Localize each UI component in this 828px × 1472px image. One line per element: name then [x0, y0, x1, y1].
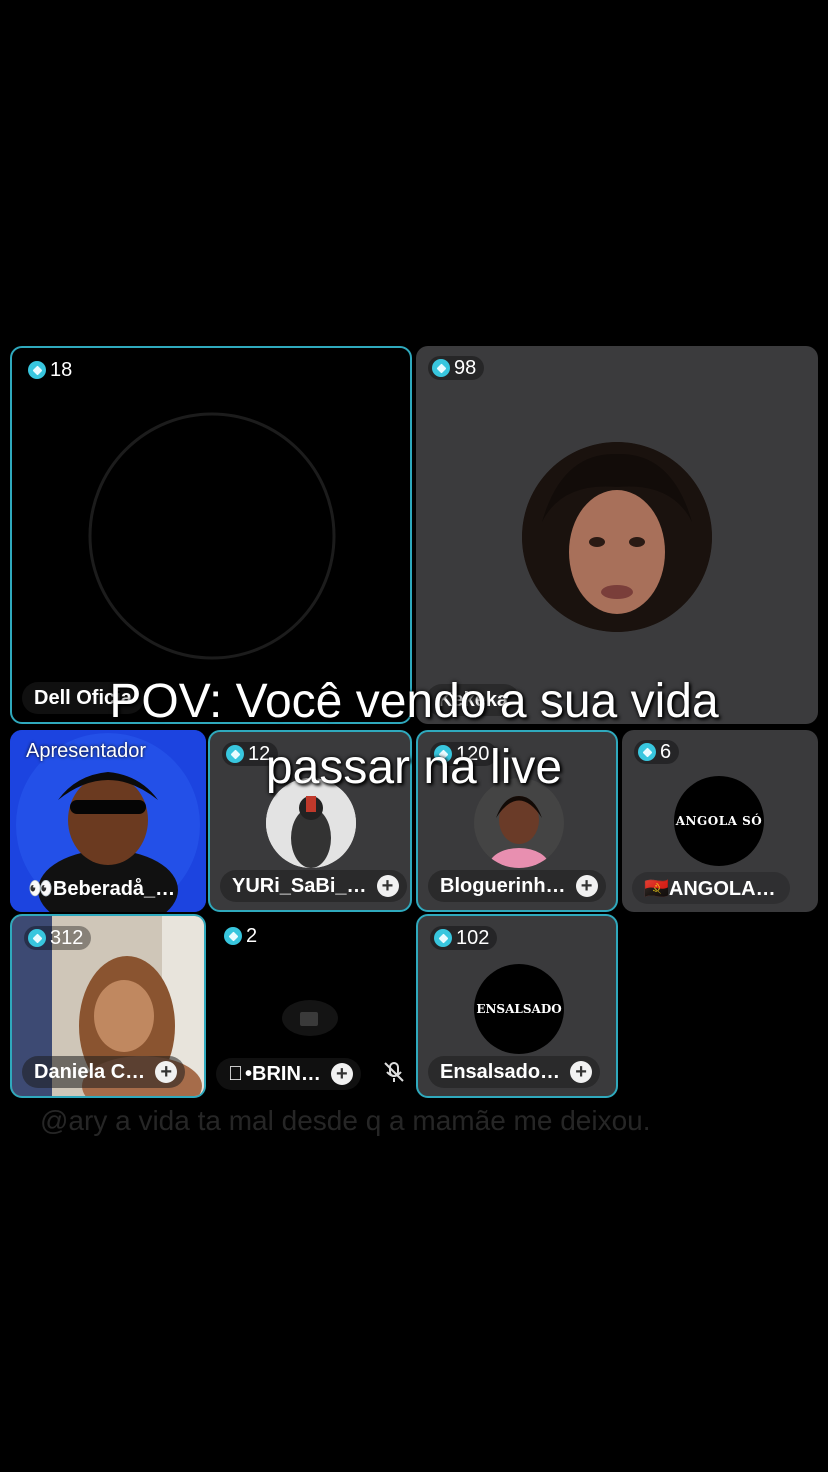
empty-avatar-ring — [88, 412, 336, 660]
guest-name-pill[interactable]: YURi_SaBi_… + — [220, 870, 407, 902]
gift-count-badge: 312 — [24, 926, 92, 950]
gift-count-badge: 102 — [430, 926, 498, 950]
guest-name-pill[interactable]: 👀Beberadå_… — [18, 872, 183, 904]
diamond-icon — [28, 929, 46, 947]
mic-off-icon — [384, 1062, 404, 1082]
guest-name-pill[interactable]: 🇦🇴ANGOLA… — [632, 872, 790, 904]
diamond-icon — [434, 929, 452, 947]
guest-name-pill[interactable]: Ensalsado… + — [428, 1056, 601, 1088]
guest-name-pill[interactable]: Daniela C… + — [22, 1056, 186, 1088]
caption-line-1: POV: Você vendo a sua vida — [109, 675, 719, 728]
host-tile[interactable]: 18 Dell Oficia — [10, 346, 412, 724]
guest-tile[interactable]: 312 Daniela C… + — [10, 914, 206, 1098]
guest-name-pill[interactable]: •BRIN…+ — [216, 1058, 361, 1090]
add-follow-icon[interactable]: + — [155, 1061, 178, 1083]
coffee-cup-icon — [282, 1000, 338, 1036]
diamond-icon — [432, 359, 450, 377]
guest-avatar — [522, 442, 712, 632]
guest-tile[interactable]: 102 ENSALSADO Ensalsado… + — [416, 914, 618, 1098]
gift-count-badge: 98 — [428, 356, 485, 380]
apple-icon:  — [228, 1063, 243, 1086]
diamond-icon — [224, 927, 242, 945]
add-follow-icon[interactable]: + — [570, 1061, 593, 1083]
guest-tile[interactable]: 2 •BRIN…+ — [208, 914, 412, 1098]
guest-avatar-logo: ENSALSADO — [474, 964, 564, 1054]
guest-name-pill[interactable]: Bloguerinh… + — [428, 870, 606, 902]
caption-line-2: passar na live — [265, 741, 563, 794]
add-follow-icon[interactable]: + — [330, 1063, 353, 1085]
add-follow-icon[interactable]: + — [575, 875, 598, 897]
faded-chat-comment: @ary a vida ta mal desde q a mamãe me de… — [40, 1105, 651, 1136]
add-follow-icon[interactable]: + — [376, 875, 399, 897]
guest-tile[interactable]: 98 Kekeka — [416, 346, 818, 724]
gift-count-badge: 2 — [220, 924, 266, 948]
